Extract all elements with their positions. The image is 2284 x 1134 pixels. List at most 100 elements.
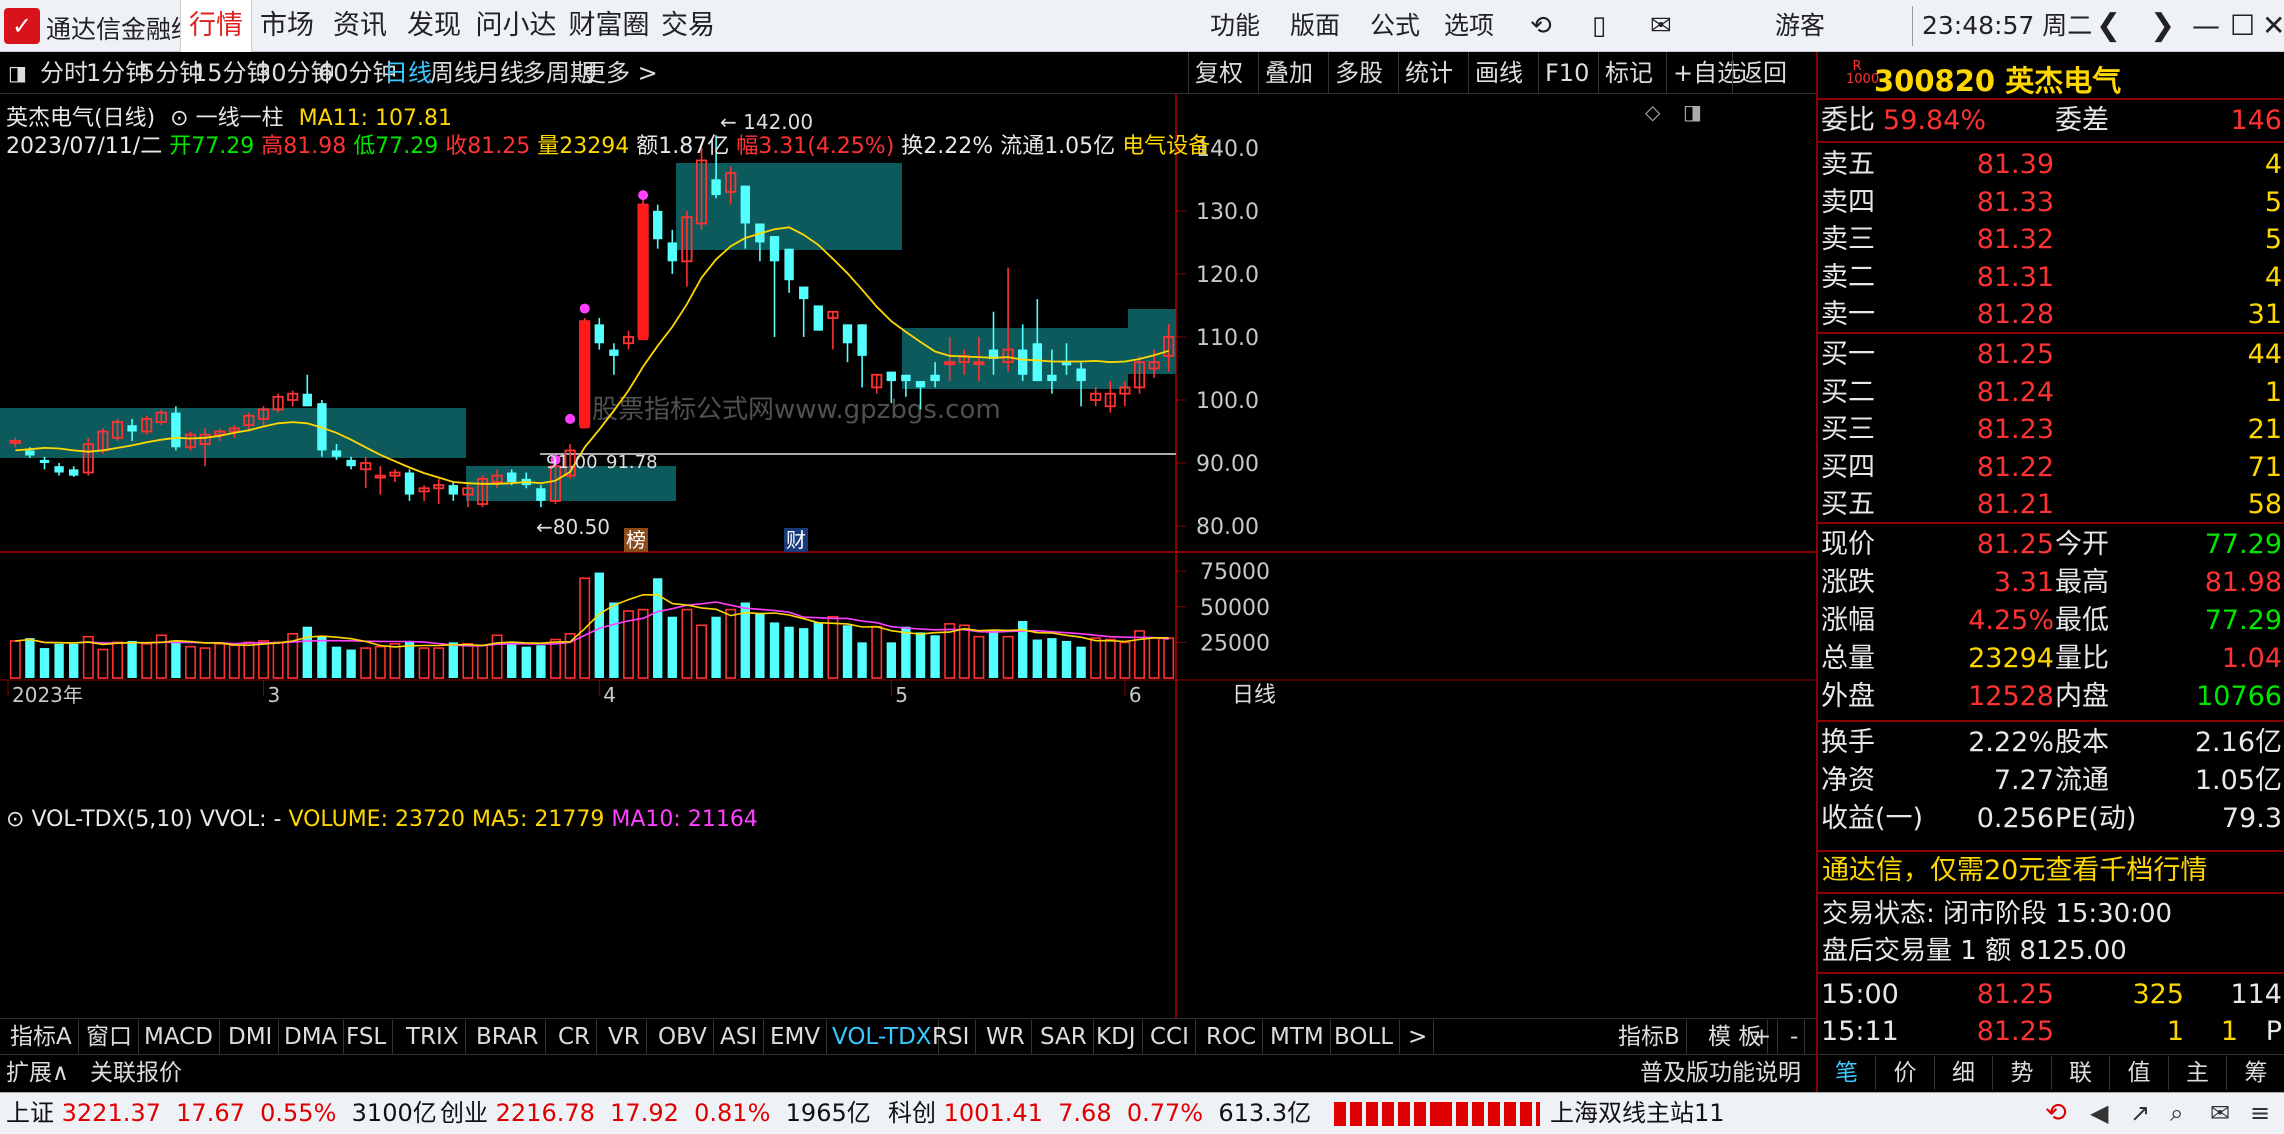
sh-index[interactable]: 上证 3221.37 17.67 0.55% 3100亿 [6,1092,437,1134]
right-tab-2[interactable]: 细 [1935,1056,1993,1090]
bid-row[interactable]: 买二 81.24 1 [1818,374,2284,411]
promo-banner[interactable]: 通达信，仅需20元查看千档行情 [1822,852,2207,890]
indicator-tab-1[interactable]: 窗口 [80,1020,139,1054]
ask-row[interactable]: 卖五 81.39 4 [1818,146,2284,183]
right-tab-1[interactable]: 价 [1877,1056,1935,1090]
right-tab-5[interactable]: 值 [2111,1056,2169,1090]
bid-row[interactable]: 买一 81.25 44 [1818,336,2284,373]
indicator-right-0[interactable]: 指标B [1612,1020,1687,1054]
indicator-tab-19[interactable]: ROC [1200,1020,1264,1054]
mail-icon[interactable]: ✉ [1650,0,1672,52]
top-nav-2[interactable]: 资讯 [322,0,398,52]
menu-function[interactable]: 功能 [1210,0,1260,52]
top-nav-1[interactable]: 市场 [252,0,322,52]
ask-row[interactable]: 卖三 81.32 5 [1818,221,2284,258]
toolbar-btn-0[interactable]: 复权 [1188,52,1249,94]
right-tab-7[interactable]: 筹 [2228,1056,2284,1090]
forward-arrow-icon[interactable]: ❯ [2150,0,2175,52]
refresh-icon[interactable]: ⟲ [1530,0,1552,52]
related-quotes-button[interactable]: 关联报价 [90,1056,182,1090]
period-tab-6[interactable]: 日线 [384,52,432,94]
indicator-tab-11[interactable]: ASI [714,1020,765,1054]
maximize-icon[interactable]: ☐ [2230,0,2255,52]
minimize-icon[interactable]: — [2192,0,2220,52]
search-icon[interactable]: ⌕ [2170,1092,2183,1134]
indicator-tab-14[interactable]: RSI [926,1020,977,1054]
indicator-tab-16[interactable]: SAR [1034,1020,1094,1054]
period-tab-10[interactable]: 更多 > [582,52,658,94]
indicator-tab-2[interactable]: MACD [138,1020,220,1054]
close-icon[interactable]: ✕ [2262,0,2284,52]
arrow-icon[interactable]: ↗ [2130,1092,2150,1134]
indicator-tab-15[interactable]: WR [980,1020,1032,1054]
ask-row[interactable]: 卖二 81.31 4 [1818,259,2284,296]
indicator-tab-21[interactable]: BOLL [1328,1020,1401,1054]
user-label[interactable]: 游客 [1775,0,1825,52]
indicator-tab-20[interactable]: MTM [1264,1020,1331,1054]
indicator-tab-7[interactable]: BRAR [470,1020,546,1054]
menu-options[interactable]: 选项 [1444,0,1494,52]
sector-value[interactable]: 电气设备 [1122,134,1210,159]
toolbar-btn-3[interactable]: 统计 [1398,52,1459,94]
right-tab-3[interactable]: 势 [1994,1056,2052,1090]
indicator-tab-3[interactable]: DMI [222,1020,280,1054]
top-nav-6[interactable]: 交易 [656,0,720,52]
toolbar-btn-6[interactable]: 标记 [1598,52,1659,94]
period-tab-8[interactable]: 月线 [476,52,524,94]
indicator-tab-8[interactable]: CR [552,1020,598,1054]
period-tab-0[interactable]: 分时 [40,52,88,94]
expand-button[interactable]: 扩展∧ [6,1056,69,1090]
bid-row[interactable]: 买三 81.23 21 [1818,411,2284,448]
indicator-tab-18[interactable]: CCI [1144,1020,1196,1054]
indicator-tab-22[interactable]: > [1402,1020,1435,1054]
volume-indicator-name[interactable]: VOL-TDX(5,10) [31,807,192,832]
menu-formula[interactable]: 公式 [1370,0,1420,52]
indicator-right-3[interactable]: - [1784,1020,1806,1054]
toolbar-btn-8[interactable]: 返回 [1732,52,1793,94]
ask-row[interactable]: 卖一 81.28 31 [1818,296,2284,333]
indicator-tab-17[interactable]: KDJ [1090,1020,1143,1054]
right-tab-6[interactable]: 主 [2169,1056,2227,1090]
indicator-tab-5[interactable]: FSL [340,1020,394,1054]
back-arrow-icon[interactable]: ❮ [2096,0,2121,52]
panel-icon[interactable]: ◨ [1683,100,1702,124]
sidebar-toggle-icon[interactable]: ◨ [8,52,27,94]
menu-layout[interactable]: 版面 [1290,0,1340,52]
indicator-tab-6[interactable]: TRIX [400,1020,466,1054]
indicator-tab-10[interactable]: OBV [652,1020,714,1054]
kline-chart[interactable]: 140.0130.0120.0110.0100.090.0080.00股票指标公… [0,94,1816,1034]
toolbar-btn-5[interactable]: F10 [1538,52,1595,94]
edition-info-link[interactable]: 普及版功能说明 [1640,1056,1801,1090]
server-label[interactable]: 上海双线主站11 [1550,1092,1725,1134]
top-nav-4[interactable]: 问小达 [470,0,562,52]
indicator-tab-0[interactable]: 指标A [4,1020,79,1054]
volume-dropdown-icon[interactable]: ⊙ [6,807,24,832]
ask-row[interactable]: 卖四 81.33 5 [1818,184,2284,221]
chat-icon[interactable]: ✉ [2210,1092,2230,1134]
top-nav-0[interactable]: 行情 [180,0,252,52]
indicator-right-2[interactable]: + [1746,1020,1779,1054]
indicator-tab-12[interactable]: EMV [764,1020,828,1054]
toolbar-btn-2[interactable]: 多股 [1328,52,1389,94]
cy-index[interactable]: 创业 2216.78 17.92 0.81% 1965亿 [440,1092,871,1134]
tick-row: 15:00 81.25 325 114 [1818,976,2284,1013]
indicator-tab-4[interactable]: DMA [278,1020,345,1054]
menu-icon[interactable]: ≡ [2250,1092,2270,1134]
bid-row[interactable]: 买五 81.21 58 [1818,486,2284,523]
top-nav-3[interactable]: 发现 [398,0,470,52]
top-nav-5[interactable]: 财富圈 [562,0,656,52]
period-tab-7[interactable]: 周线 [430,52,478,94]
sync-icon[interactable]: ⟲ [2045,1092,2067,1134]
right-tab-0[interactable]: 笔 [1818,1056,1876,1090]
toolbar-btn-1[interactable]: 叠加 [1258,52,1319,94]
stock-title[interactable]: 300820 英杰电气 [1874,58,2121,100]
indicator-tab-9[interactable]: VR [602,1020,647,1054]
bid-row[interactable]: 买四 81.22 71 [1818,449,2284,486]
diamond-icon[interactable]: ◇ [1645,100,1660,124]
phone-icon[interactable]: ▯ [1592,0,1606,52]
indicator-tab-13[interactable]: VOL-TDX [826,1020,939,1054]
right-tab-4[interactable]: 联 [2052,1056,2110,1090]
toolbar-btn-4[interactable]: 画线 [1468,52,1529,94]
kc-index[interactable]: 科创 1001.41 7.68 0.77% 613.3亿 [888,1092,1311,1134]
sound-icon[interactable]: ◀ [2090,1092,2108,1134]
